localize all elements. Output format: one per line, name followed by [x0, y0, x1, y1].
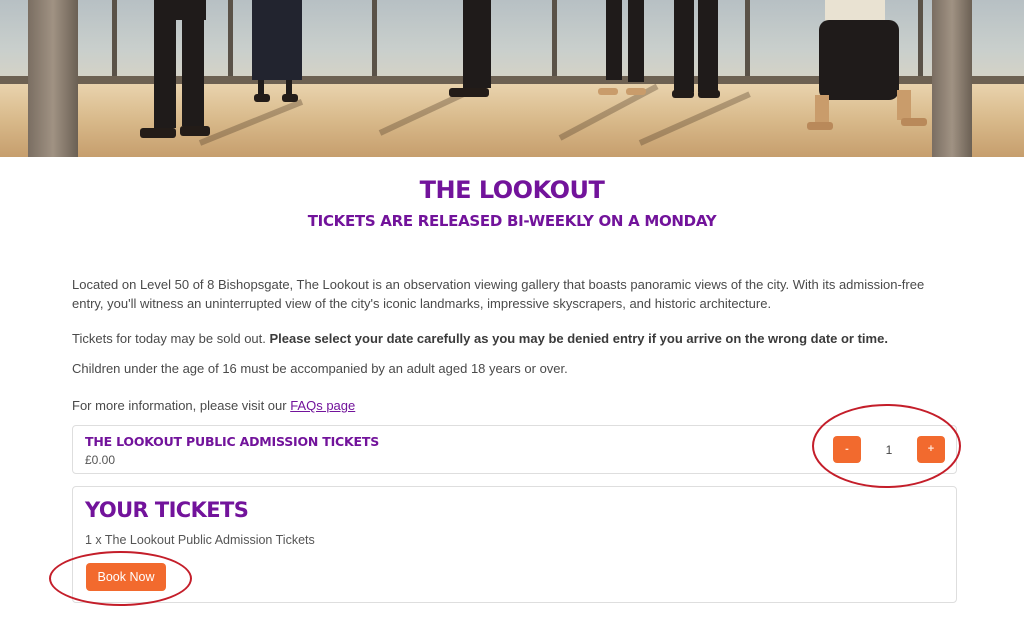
quantity-stepper: - +: [833, 436, 945, 463]
more-info-paragraph: For more information, please visit our F…: [72, 396, 952, 415]
your-tickets-title: YOUR TICKETS: [85, 498, 249, 522]
sold-out-note: Tickets for today may be sold out.: [72, 331, 266, 346]
date-warning: Please select your date carefully as you…: [269, 331, 888, 346]
more-info-prefix: For more information, please visit our: [72, 398, 291, 413]
ticket-price: £0.00: [85, 453, 116, 467]
decrease-quantity-button[interactable]: -: [833, 436, 861, 463]
page-subtitle: TICKETS ARE RELEASED BI-WEEKLY ON A MOND…: [307, 212, 717, 230]
ticket-summary: 1 x The Lookout Public Admission Tickets: [85, 533, 315, 547]
quantity-input[interactable]: [863, 436, 915, 463]
ticket-name: THE LOOKOUT PUBLIC ADMISSION TICKETS: [85, 434, 379, 449]
book-now-button[interactable]: Book Now: [86, 563, 166, 591]
sold-out-paragraph: Tickets for today may be sold out. Pleas…: [72, 329, 952, 348]
faq-link[interactable]: FAQs page: [290, 398, 355, 413]
ticket-card: THE LOOKOUT PUBLIC ADMISSION TICKETS £0.…: [72, 425, 957, 474]
description-text: Located on Level 50 of 8 Bishopsgate, Th…: [72, 277, 925, 311]
children-note: Children under the age of 16 must be acc…: [72, 361, 568, 376]
increase-quantity-button[interactable]: +: [917, 436, 945, 463]
hero-image: [0, 0, 1024, 157]
page-title: THE LOOKOUT: [419, 176, 605, 204]
your-tickets-card: YOUR TICKETS 1 x The Lookout Public Admi…: [72, 486, 957, 603]
